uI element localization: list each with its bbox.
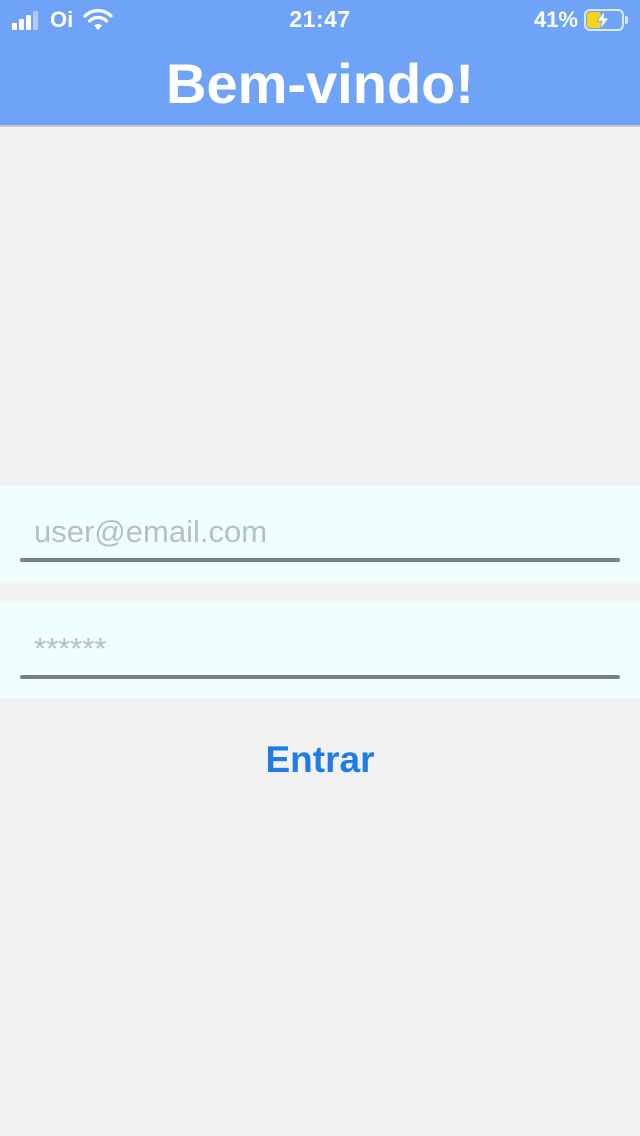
app-header: Oi 21:47 41% Bem-vindo! — [0, 0, 640, 127]
email-field-underline — [20, 558, 620, 562]
status-right: 41% — [533, 7, 628, 32]
login-button[interactable]: Entrar — [220, 730, 420, 790]
password-field-container — [0, 602, 640, 699]
battery-percent: 41% — [533, 7, 578, 32]
status-bar: Oi 21:47 41% — [0, 0, 640, 40]
password-field-underline — [20, 675, 620, 679]
password-field[interactable] — [20, 620, 620, 678]
email-field-container — [0, 485, 640, 582]
email-field[interactable] — [20, 503, 620, 561]
charging-bolt-icon — [596, 11, 610, 29]
page-title: Bem-vindo! — [166, 52, 474, 115]
battery-charging-icon — [584, 9, 628, 31]
